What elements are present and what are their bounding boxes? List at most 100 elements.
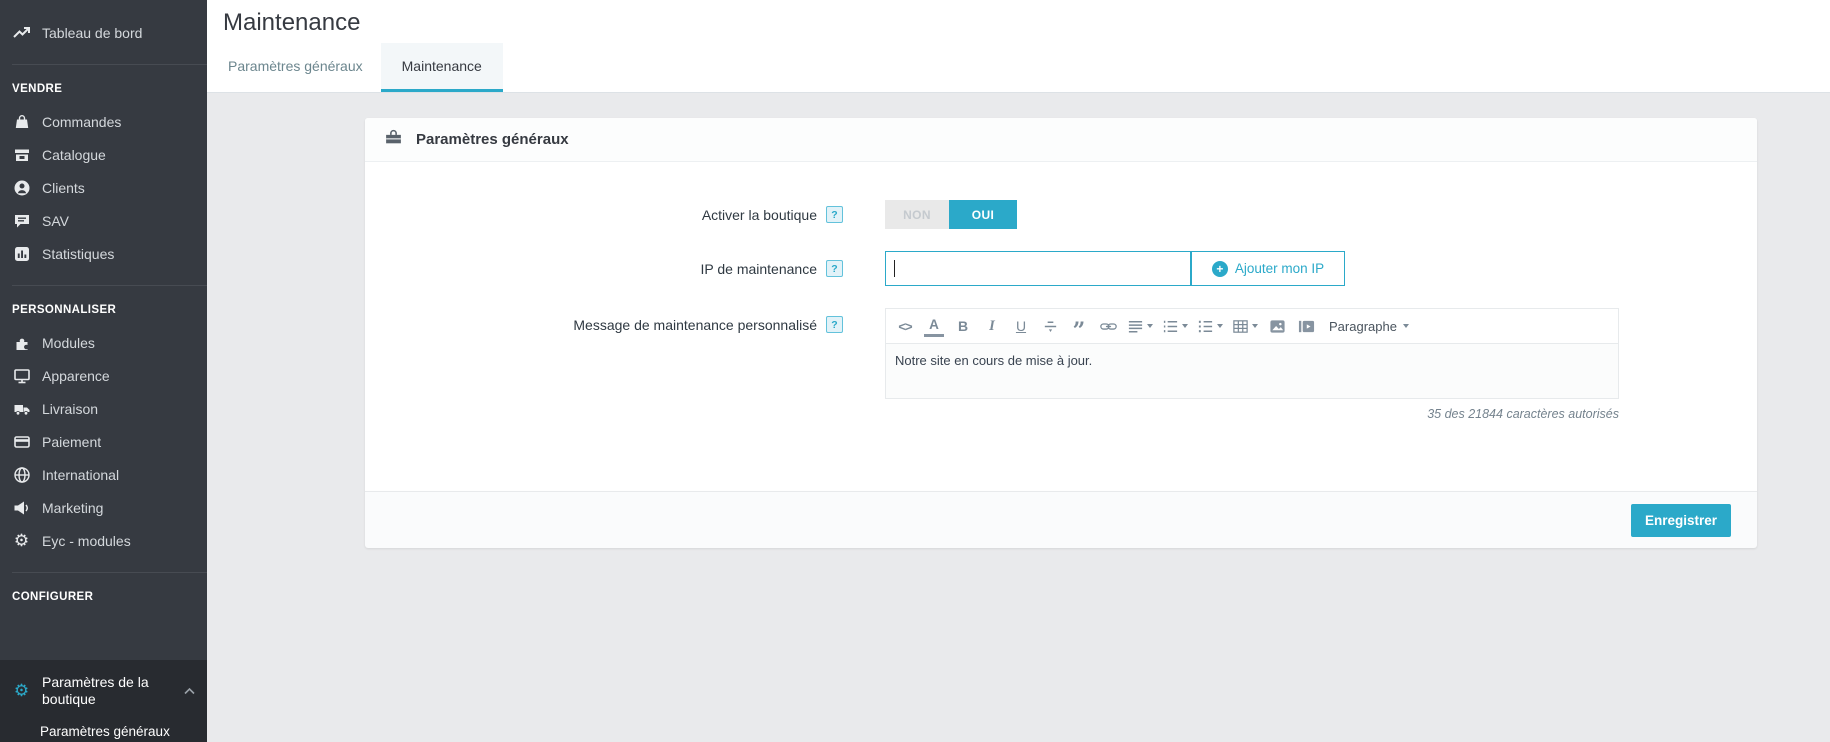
page-title: Maintenance — [223, 9, 361, 36]
bar-chart-icon — [12, 244, 31, 263]
sidebar-active-group: ⚙ Paramètres de la boutique Paramètres g… — [0, 660, 207, 742]
maintenance-message-label: Message de maintenance personnalisé — [573, 316, 817, 333]
form-row-maintenance-ip: IP de maintenance ? + Ajouter mon IP — [385, 251, 1737, 286]
underline-icon[interactable]: U — [1011, 315, 1031, 337]
sidebar-item-commandes[interactable]: Commandes — [0, 105, 207, 138]
sidebar-item-label: Tableau de bord — [42, 24, 143, 41]
chevron-down-icon — [1182, 324, 1188, 328]
gear-icon: ⚙ — [13, 531, 30, 550]
sidebar-item-label: Commandes — [42, 113, 122, 130]
sidebar-divider — [12, 64, 207, 65]
link-icon[interactable] — [1098, 315, 1118, 337]
page-header: Maintenance Paramètres généraux Maintena… — [207, 0, 1830, 93]
rich-text-editor: <> A B I U ” Paragraphe Notre site en co… — [885, 308, 1619, 399]
chevron-down-icon — [1147, 324, 1153, 328]
align-icon[interactable] — [1127, 315, 1153, 337]
panel-footer: Enregistrer — [365, 491, 1757, 548]
shop-enable-label: Activer la boutique — [701, 206, 817, 223]
unordered-list-icon[interactable] — [1162, 315, 1188, 337]
sidebar-divider — [12, 285, 207, 286]
monitor-icon — [12, 366, 31, 385]
bold-icon[interactable]: B — [953, 315, 973, 337]
credit-card-icon — [12, 432, 31, 451]
content-area: Paramètres généraux Activer la boutique … — [207, 93, 1830, 742]
add-my-ip-button[interactable]: + Ajouter mon IP — [1191, 251, 1345, 286]
sidebar-item-parametres-boutique[interactable]: ⚙ Paramètres de la boutique — [0, 672, 207, 710]
megaphone-icon — [12, 498, 31, 517]
text-color-icon[interactable]: A — [924, 315, 944, 337]
help-icon[interactable]: ? — [826, 206, 843, 223]
shop-enable-toggle: NON OUI — [885, 200, 1017, 229]
image-icon[interactable] — [1267, 315, 1287, 337]
chevron-down-icon — [1252, 324, 1258, 328]
editor-toolbar: <> A B I U ” Paragraphe — [886, 309, 1618, 343]
panel-heading-title: Paramètres généraux — [416, 131, 569, 148]
sidebar-divider — [12, 572, 207, 573]
settings-panel: Paramètres généraux Activer la boutique … — [365, 118, 1757, 491]
paragraph-dropdown[interactable]: Paragraphe — [1329, 315, 1409, 337]
sidebar-subitem-parametres-generaux[interactable]: Paramètres généraux — [0, 710, 207, 742]
chevron-up-icon — [184, 682, 195, 698]
media-icon[interactable] — [1296, 315, 1316, 337]
sidebar-item-clients[interactable]: Clients — [0, 171, 207, 204]
sidebar-item-eyc-modules[interactable]: ⚙ Eyc - modules — [0, 524, 207, 557]
sidebar-section-configurer: CONFIGURER — [12, 591, 94, 603]
sidebar-item-label: Statistiques — [42, 245, 115, 262]
code-icon[interactable]: <> — [895, 315, 915, 337]
toggle-off-button[interactable]: NON — [885, 200, 949, 229]
sidebar-item-marketing[interactable]: Marketing — [0, 491, 207, 524]
sidebar-item-label: Marketing — [42, 499, 104, 516]
tab-parametres-generaux[interactable]: Paramètres généraux — [210, 43, 381, 92]
trending-up-icon — [12, 23, 31, 42]
sidebar-item-livraison[interactable]: Livraison — [0, 392, 207, 425]
sidebar-item-apparence[interactable]: Apparence — [0, 359, 207, 392]
tab-maintenance[interactable]: Maintenance — [380, 43, 503, 92]
help-icon[interactable]: ? — [826, 260, 843, 277]
sidebar-item-dashboard[interactable]: Tableau de bord — [0, 16, 207, 49]
globe-icon — [12, 465, 31, 484]
strikethrough-icon[interactable] — [1040, 315, 1060, 337]
help-icon[interactable]: ? — [826, 316, 843, 333]
italic-icon[interactable]: I — [982, 315, 1002, 337]
sidebar-item-label: Modules — [42, 334, 95, 351]
chevron-down-icon — [1402, 324, 1409, 328]
editor-content[interactable]: Notre site en cours de mise à jour. — [886, 343, 1618, 398]
maintenance-ip-label: IP de maintenance — [700, 260, 818, 277]
sidebar-item-modules[interactable]: Modules — [0, 326, 207, 359]
sidebar-item-international[interactable]: International — [0, 458, 207, 491]
save-button[interactable]: Enregistrer — [1630, 503, 1731, 537]
main-area: Maintenance Paramètres généraux Maintena… — [207, 0, 1830, 742]
gear-icon: ⚙ — [13, 681, 30, 700]
sidebar-item-label: Paramètres de la boutique — [42, 674, 149, 707]
toggle-on-button[interactable]: OUI — [949, 200, 1017, 229]
sidebar-item-label: SAV — [42, 212, 69, 229]
app-window: Tableau de bord VENDRE Commandes Catalog… — [0, 0, 1830, 742]
shopping-bag-icon — [12, 112, 31, 131]
ordered-list-icon[interactable] — [1197, 315, 1223, 337]
sidebar-item-label: International — [42, 466, 120, 483]
store-icon — [12, 145, 31, 164]
sidebar-item-label: Livraison — [42, 400, 99, 417]
briefcase-icon — [384, 128, 403, 151]
chat-bubble-icon — [12, 211, 31, 230]
sidebar-section-vendre: VENDRE — [12, 83, 63, 95]
panel-heading: Paramètres généraux — [365, 118, 1757, 162]
user-circle-icon — [12, 178, 31, 197]
sidebar-item-label: Catalogue — [42, 146, 106, 163]
puzzle-icon — [12, 333, 31, 352]
sidebar-item-label: Clients — [42, 179, 85, 196]
sidebar-item-sav[interactable]: SAV — [0, 204, 207, 237]
truck-icon — [12, 399, 31, 418]
plus-icon: + — [1211, 260, 1228, 277]
sidebar-item-label: Paiement — [42, 433, 102, 450]
sidebar-item-catalogue[interactable]: Catalogue — [0, 138, 207, 171]
maintenance-ip-input[interactable] — [885, 251, 1191, 286]
text-cursor — [894, 260, 895, 277]
sidebar-item-statistiques[interactable]: Statistiques — [0, 237, 207, 270]
chevron-down-icon — [1217, 324, 1223, 328]
sidebar-section-personnaliser: PERSONNALISER — [12, 304, 117, 316]
blockquote-icon[interactable]: ” — [1069, 315, 1089, 342]
table-icon[interactable] — [1232, 315, 1258, 337]
sidebar-item-paiement[interactable]: Paiement — [0, 425, 207, 458]
add-my-ip-label: Ajouter mon IP — [1234, 261, 1325, 276]
